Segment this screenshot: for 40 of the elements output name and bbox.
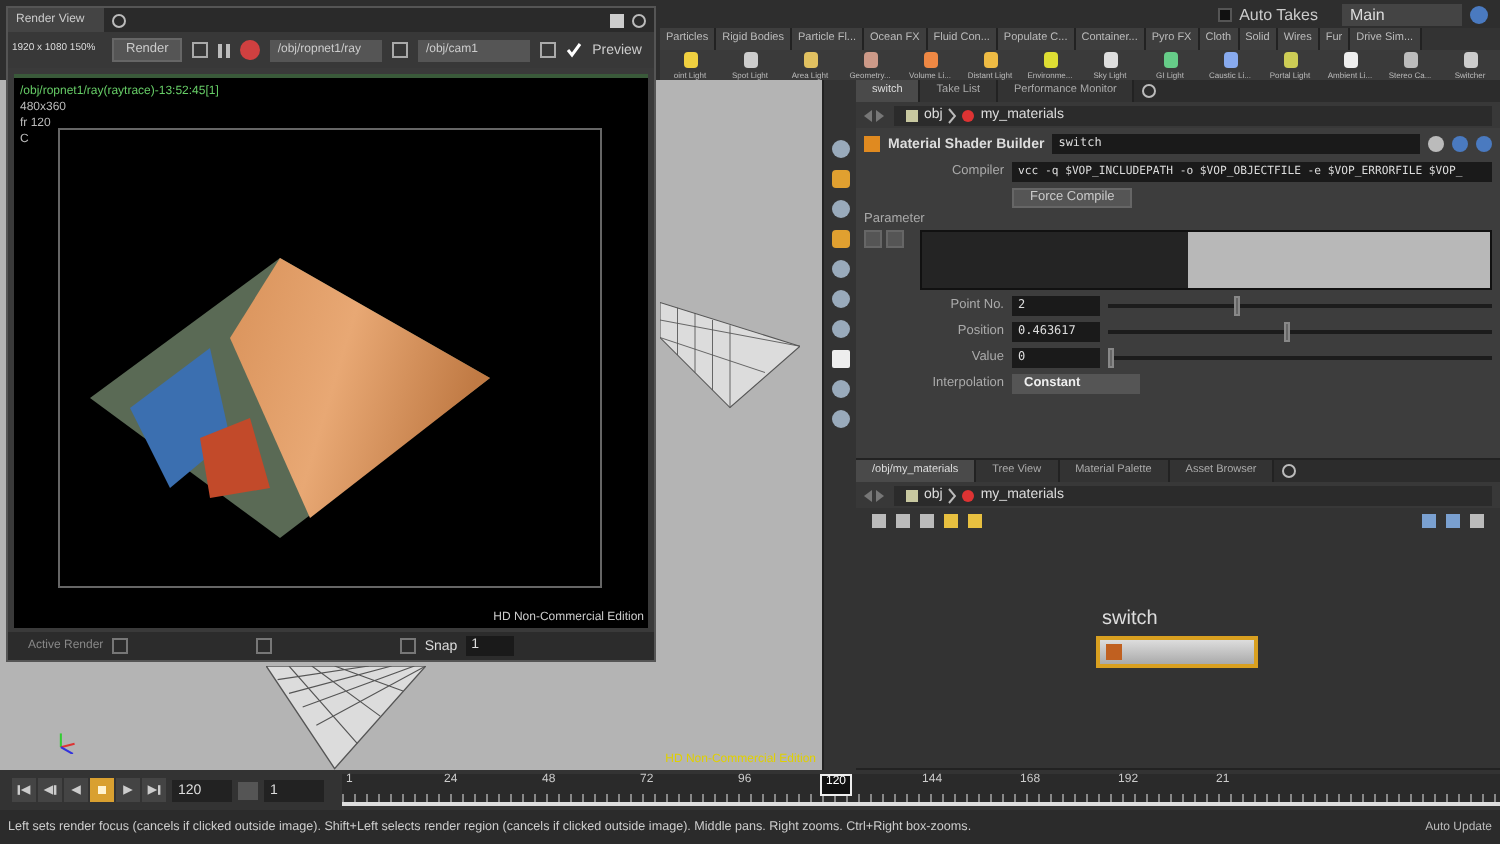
node-type-icon xyxy=(864,136,880,152)
material-icon xyxy=(962,109,975,121)
checkbox-label: Auto Takes xyxy=(1239,5,1318,23)
gear-icon[interactable] xyxy=(1428,136,1444,152)
skip-end-icon[interactable] xyxy=(142,778,166,802)
stop-render-icon[interactable] xyxy=(240,40,260,60)
maximize-icon[interactable] xyxy=(610,13,624,27)
chevron-icon xyxy=(948,107,957,123)
node-icon[interactable] xyxy=(540,42,557,58)
folder-icon xyxy=(906,489,918,501)
floor-grid-drawing xyxy=(660,300,800,410)
pause-icon[interactable] xyxy=(218,43,231,57)
node-icon[interactable] xyxy=(392,42,408,58)
region-icon[interactable] xyxy=(192,42,209,58)
play-icon[interactable] xyxy=(116,778,140,802)
folder-icon xyxy=(906,109,918,121)
add-tab-icon[interactable] xyxy=(112,13,127,27)
play-reverse-icon[interactable] xyxy=(64,778,88,802)
network-canvas[interactable]: switch xyxy=(856,532,1500,768)
axis-gizmo-icon xyxy=(54,730,78,754)
info-icon[interactable] xyxy=(1452,136,1468,152)
step-back-icon[interactable] xyxy=(38,778,62,802)
shader-node[interactable] xyxy=(1096,636,1258,668)
camera-icon[interactable] xyxy=(400,638,417,654)
add-tab-icon[interactable] xyxy=(1142,84,1157,98)
ramp-gradient[interactable] xyxy=(920,230,1492,290)
desktop-dropdown[interactable]: Main xyxy=(1342,3,1462,25)
slider-thumb[interactable] xyxy=(1108,347,1114,367)
chevron-icon xyxy=(948,487,957,503)
slider-thumb[interactable] xyxy=(1284,321,1291,341)
node-name: switch xyxy=(1102,608,1158,630)
material-icon xyxy=(962,489,975,501)
checkbox[interactable] xyxy=(1217,7,1232,21)
pan-icon[interactable] xyxy=(256,638,272,654)
add-tab-icon[interactable] xyxy=(1282,464,1297,478)
help-icon[interactable] xyxy=(1476,136,1492,152)
settings-icon[interactable] xyxy=(632,13,646,27)
help-icon[interactable] xyxy=(1470,5,1488,23)
skip-start-icon[interactable] xyxy=(12,778,36,802)
slider-thumb[interactable] xyxy=(1234,295,1241,315)
